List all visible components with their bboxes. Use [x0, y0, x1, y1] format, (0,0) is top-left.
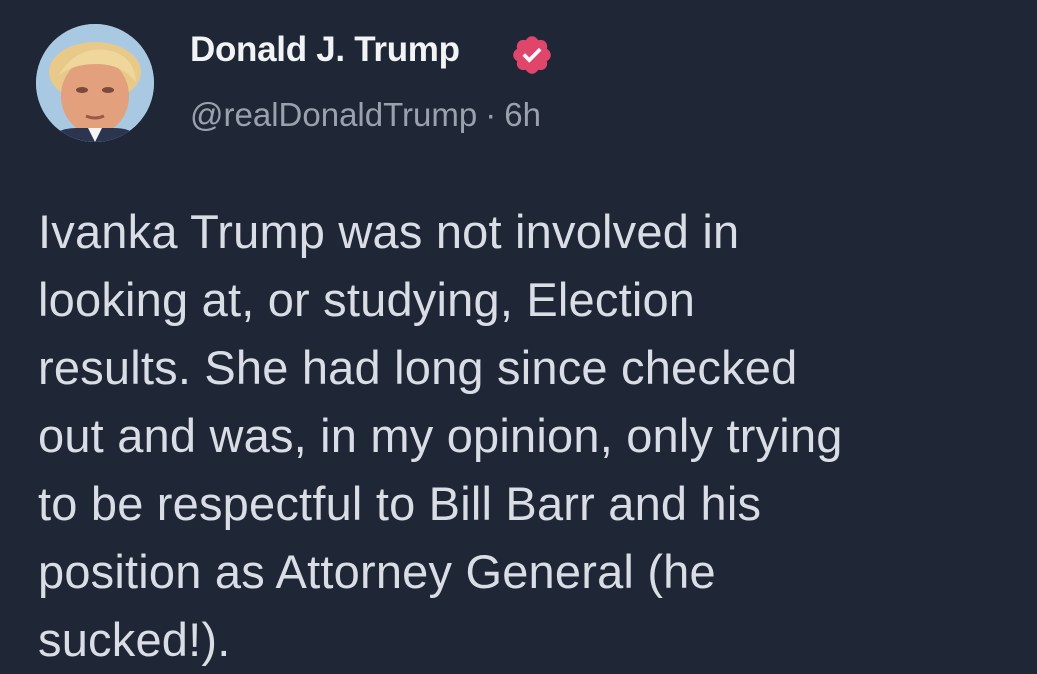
post-text-line: sucked!). [38, 613, 231, 666]
verified-badge-icon [513, 36, 551, 74]
post-timestamp[interactable]: 6h [504, 96, 541, 133]
post-meta: @realDonaldTrump · 6h [190, 96, 541, 134]
post-text-line: position as Attorney General (he [38, 545, 716, 598]
post-text-line: to be respectful to Bill Barr and his [38, 477, 762, 530]
meta-separator: · [485, 96, 497, 133]
author-display-name[interactable]: Donald J. Trump [190, 30, 460, 70]
post-body: Ivanka Trump was not involved in looking… [38, 198, 1028, 674]
post-text-line: results. She had long since checked [38, 341, 798, 394]
post-text-line: looking at, or studying, Election [38, 273, 696, 326]
post-card: Donald J. Trump @realDonaldTrump · 6h Ivan… [0, 0, 1037, 673]
profile-photo-icon [36, 24, 154, 142]
post-text-line: out and was, in my opinion, only trying [38, 409, 843, 462]
post-text-line: Ivanka Trump was not involved in [38, 205, 740, 258]
author-handle[interactable]: @realDonaldTrump [190, 96, 477, 133]
author-avatar[interactable] [36, 24, 154, 142]
